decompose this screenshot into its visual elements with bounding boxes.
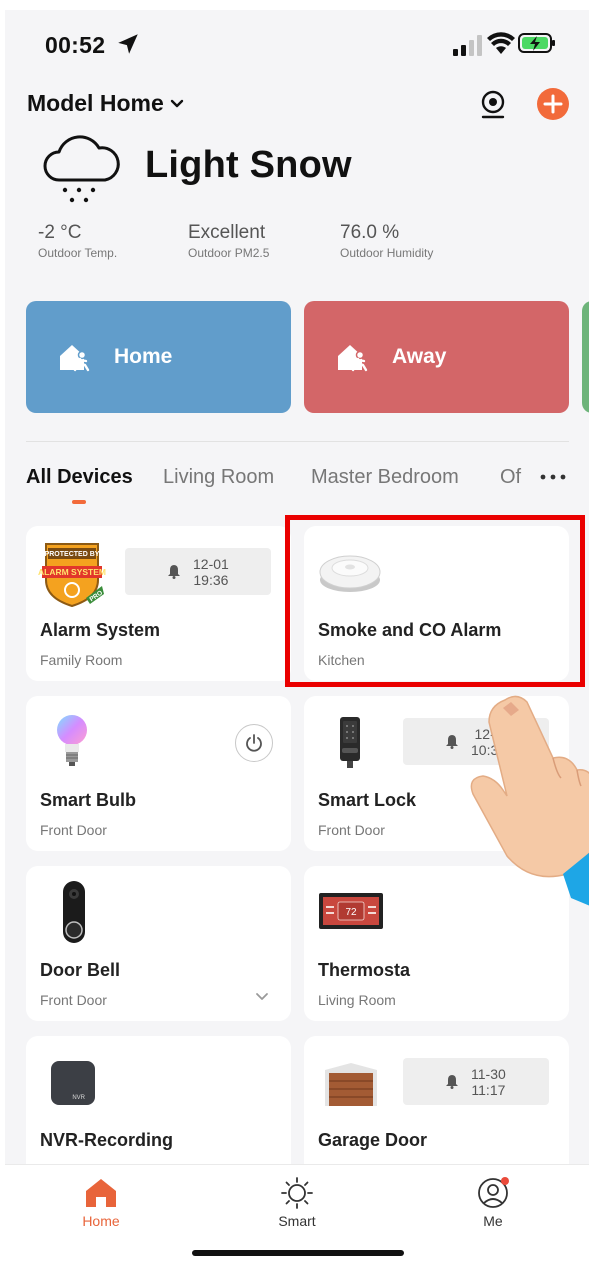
outdoor-pm25-stat: Excellent Outdoor PM2.5 bbox=[188, 222, 269, 260]
stat-label: Outdoor Humidity bbox=[340, 246, 434, 260]
house-person-leaving-icon bbox=[338, 345, 368, 372]
device-name: Alarm System bbox=[40, 620, 161, 640]
stat-value: -2 °C bbox=[38, 222, 82, 243]
chevron-down-icon bbox=[170, 99, 183, 107]
scene-label: Away bbox=[392, 345, 447, 368]
device-room: Family Room bbox=[40, 652, 123, 668]
sun-icon bbox=[281, 1177, 313, 1209]
last-event-badge: 11-30 11:17 bbox=[403, 1058, 549, 1105]
device-name: Garage Door bbox=[318, 1130, 428, 1150]
power-button[interactable] bbox=[235, 724, 273, 762]
device-room: Front Door bbox=[40, 822, 107, 838]
camera-icon[interactable] bbox=[479, 90, 507, 120]
bottom-navigation: Home Smart Me bbox=[5, 1164, 589, 1264]
device-card-alarm-system[interactable]: PROTECTED BY ALARM SYSTEM PRO 12-01 19:3… bbox=[26, 526, 291, 681]
wifi-icon bbox=[487, 32, 515, 54]
scene-third-button[interactable] bbox=[582, 301, 589, 413]
nav-smart[interactable]: Smart bbox=[257, 1177, 337, 1229]
badge-time: 11:17 bbox=[471, 1081, 506, 1098]
thermostat-icon: 72 bbox=[319, 893, 383, 929]
alarm-system-icon: PROTECTED BY ALARM SYSTEM PRO bbox=[38, 543, 106, 608]
active-tab-indicator bbox=[72, 500, 86, 504]
device-name: Door Bell bbox=[40, 960, 121, 980]
nvr-icon-text: NVR bbox=[72, 1095, 85, 1101]
nvr-icon: NVR bbox=[51, 1061, 95, 1105]
tab-all-devices[interactable]: All Devices bbox=[26, 466, 133, 489]
badge-date: 11-30 bbox=[471, 1065, 506, 1082]
snow-cloud-icon bbox=[43, 135, 120, 203]
bell-icon bbox=[446, 1075, 458, 1089]
house-person-icon bbox=[60, 345, 90, 372]
device-name: Smart Bulb bbox=[40, 790, 137, 810]
pointing-hand-icon bbox=[470, 695, 589, 906]
badge-time: 19:36 bbox=[193, 571, 229, 588]
stat-label: Outdoor Temp. bbox=[38, 246, 118, 260]
badge-date: 12-01 bbox=[193, 555, 229, 572]
cellular-signal-icon bbox=[453, 35, 482, 56]
device-name: Thermosta bbox=[318, 960, 411, 980]
stat-label: Outdoor PM2.5 bbox=[188, 246, 270, 260]
tab-office[interactable]: Of bbox=[500, 466, 521, 489]
nav-label: Smart bbox=[278, 1213, 316, 1229]
home-indicator bbox=[192, 1250, 404, 1256]
tab-living-room[interactable]: Living Room bbox=[163, 466, 274, 489]
device-room: Front Door bbox=[318, 822, 385, 838]
scene-label: Home bbox=[114, 345, 173, 368]
logo-text: PROTECTED BY bbox=[45, 551, 100, 558]
device-room: Living Room bbox=[318, 992, 396, 1008]
device-name: Smart Lock bbox=[318, 790, 417, 810]
bell-icon bbox=[168, 565, 180, 579]
weather-condition: Light Snow bbox=[145, 144, 352, 186]
divider bbox=[26, 441, 569, 442]
tab-master-bedroom[interactable]: Master Bedroom bbox=[311, 466, 459, 489]
thermostat-display-value: 72 bbox=[345, 907, 357, 918]
device-name: NVR-Recording bbox=[40, 1130, 174, 1150]
device-card-door-bell[interactable]: Door Bell Front Door bbox=[26, 866, 291, 1021]
status-time: 00:52 bbox=[45, 32, 106, 58]
device-card-smart-bulb[interactable]: Smart Bulb Front Door bbox=[26, 696, 291, 851]
profile-icon bbox=[478, 1177, 509, 1208]
home-selector[interactable]: Model Home bbox=[27, 90, 184, 117]
lock-icon bbox=[340, 717, 360, 768]
stat-value: 76.0 % bbox=[340, 222, 400, 243]
app-screen: 00:52 Model Home Light Snow -2 °C Outdoo… bbox=[5, 10, 589, 1264]
home-icon bbox=[86, 1179, 116, 1207]
last-event-badge: 12-01 19:36 bbox=[125, 548, 271, 595]
location-arrow-icon bbox=[118, 34, 138, 54]
highlight-box bbox=[285, 515, 585, 687]
stat-value: Excellent bbox=[188, 222, 266, 243]
nav-label: Home bbox=[82, 1213, 120, 1229]
bulb-icon bbox=[57, 715, 87, 766]
scene-home-button[interactable]: Home bbox=[26, 301, 291, 413]
nav-home[interactable]: Home bbox=[61, 1177, 141, 1229]
notification-dot bbox=[501, 1177, 509, 1185]
scene-away-button[interactable]: Away bbox=[304, 301, 569, 413]
plus-icon bbox=[543, 94, 563, 114]
battery-charging-icon bbox=[518, 33, 555, 53]
power-icon bbox=[246, 734, 262, 752]
garage-icon bbox=[325, 1063, 377, 1106]
chevron-down-icon[interactable] bbox=[255, 992, 269, 1002]
outdoor-temp-stat: -2 °C Outdoor Temp. bbox=[38, 222, 117, 260]
add-device-button[interactable] bbox=[537, 88, 569, 120]
home-name-label: Model Home bbox=[27, 90, 164, 116]
more-icon[interactable] bbox=[538, 469, 568, 485]
device-room: Front Door bbox=[40, 992, 107, 1008]
nav-me[interactable]: Me bbox=[453, 1177, 533, 1229]
doorbell-icon bbox=[63, 881, 85, 943]
nav-label: Me bbox=[483, 1213, 503, 1229]
logo-text: ALARM SYSTEM bbox=[38, 567, 106, 577]
outdoor-humidity-stat: 76.0 % Outdoor Humidity bbox=[340, 222, 433, 260]
